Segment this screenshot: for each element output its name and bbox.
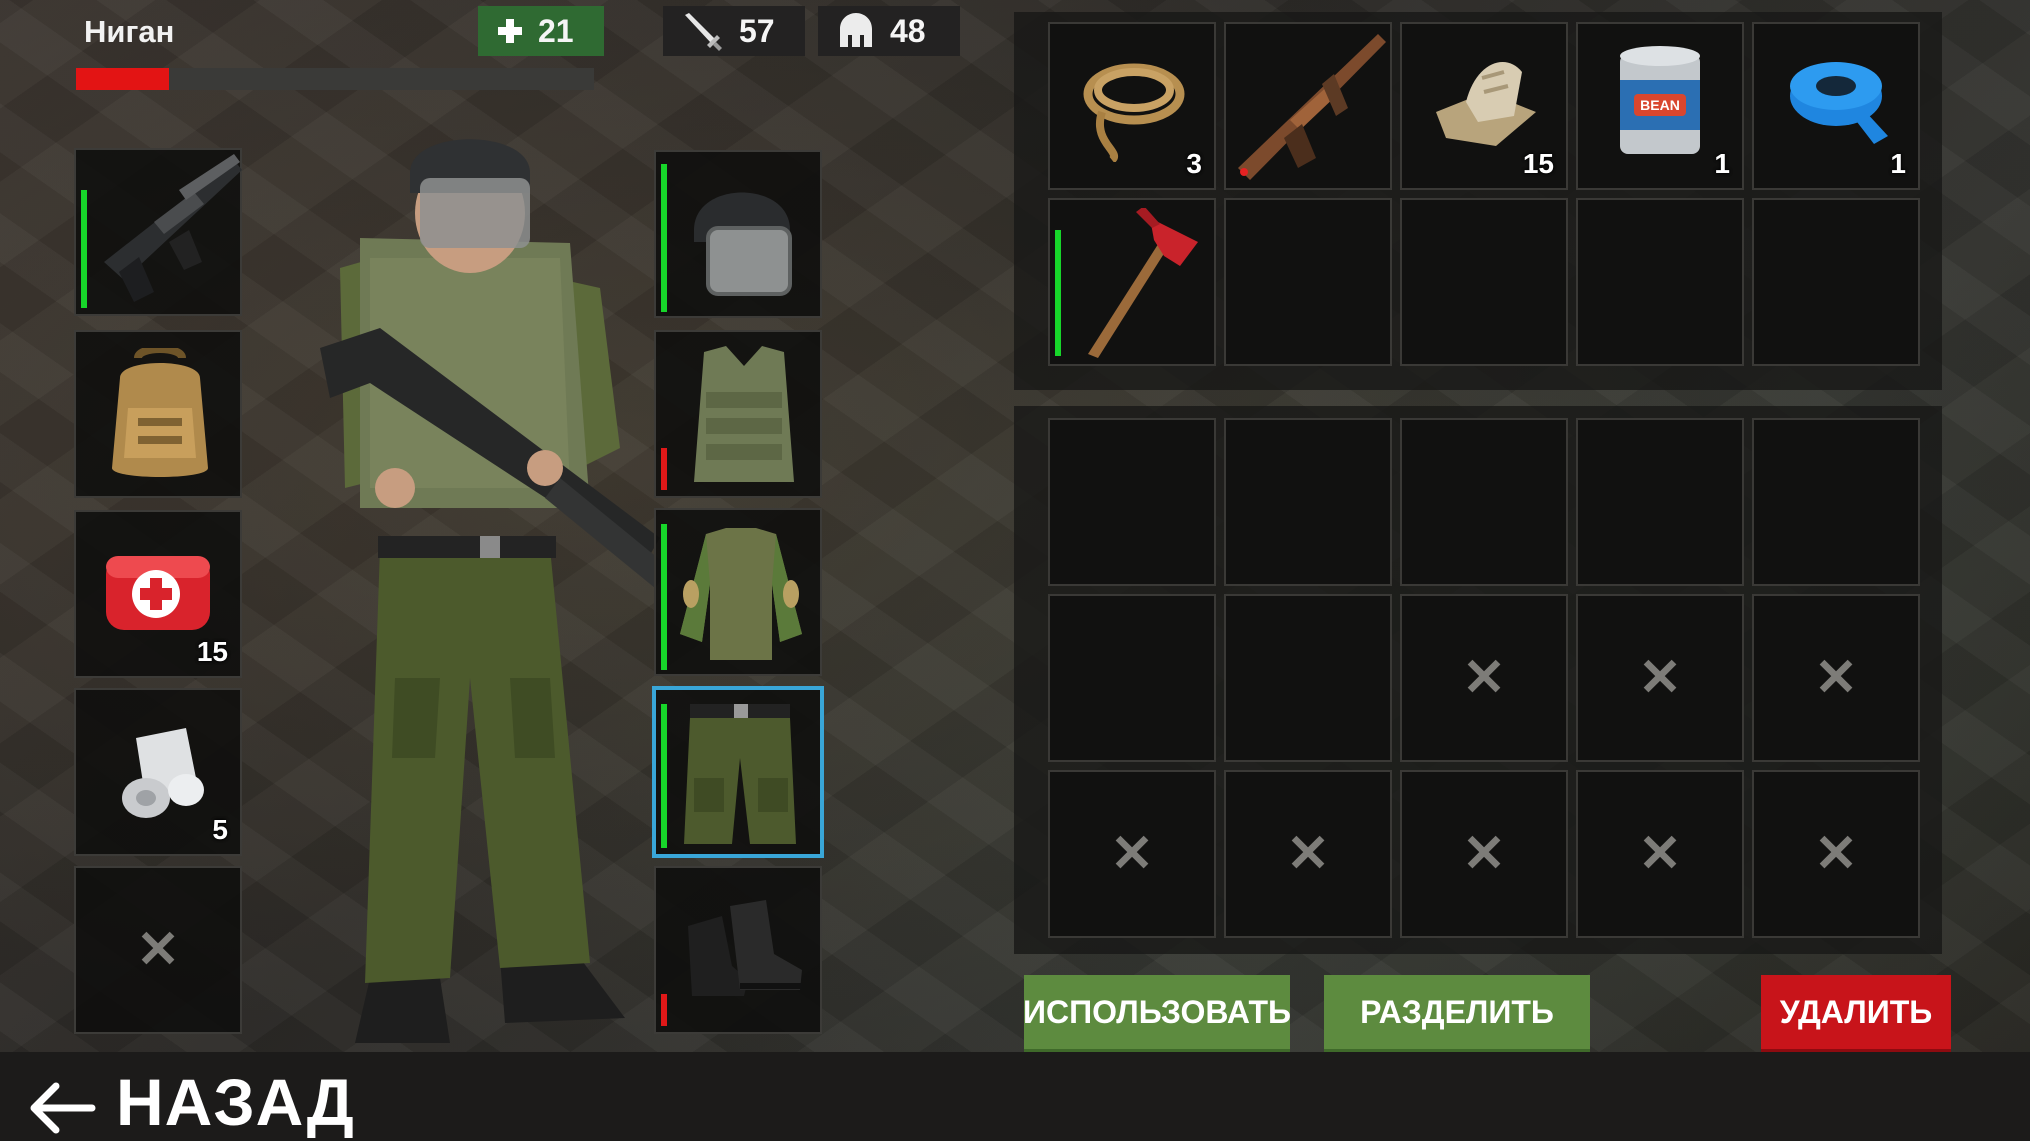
storage-slot-locked: ✕ xyxy=(1576,594,1744,762)
health-bar xyxy=(76,68,594,90)
bandage-icon xyxy=(106,718,216,828)
beans-can-icon: BEAN xyxy=(1612,40,1708,166)
storage-slot-locked: ✕ xyxy=(1752,594,1920,762)
storage-slot[interactable] xyxy=(1224,418,1392,586)
item-quantity: 1 xyxy=(1714,148,1730,179)
durability-bar xyxy=(661,704,667,848)
duct-tape-icon xyxy=(1784,50,1894,150)
assault-rifle-icon xyxy=(94,152,244,312)
inventory-slot[interactable] xyxy=(1576,198,1744,366)
item-quantity: 3 xyxy=(1186,148,1202,179)
storage-slot[interactable] xyxy=(1048,594,1216,762)
character-name: Ниган xyxy=(84,14,175,49)
equip-slot-weapon[interactable] xyxy=(74,148,242,316)
cross-icon: ✕ xyxy=(1286,825,1330,883)
equip-slot-shirt[interactable] xyxy=(654,508,822,676)
item-quantity: 5 xyxy=(212,814,228,845)
cloth-icon xyxy=(1426,42,1546,152)
character-model xyxy=(300,118,680,1058)
svg-text:BEAN: BEAN xyxy=(1640,97,1680,113)
armor-value: 48 xyxy=(890,12,926,49)
storage-slot-locked: ✕ xyxy=(1224,770,1392,938)
fire-axe-icon xyxy=(1072,208,1202,358)
equip-slot-pants[interactable] xyxy=(652,686,824,858)
storage-slot[interactable] xyxy=(1752,418,1920,586)
plus-icon xyxy=(496,17,524,45)
equip-slot-medkit[interactable]: 15 xyxy=(74,510,242,678)
armor-stat: 48 xyxy=(818,6,960,56)
durability-bar xyxy=(661,524,667,670)
equip-slot-backpack[interactable] xyxy=(74,330,242,498)
cross-icon: ✕ xyxy=(1462,825,1506,883)
equip-slot-helmet[interactable] xyxy=(654,150,822,318)
storage-slot[interactable] xyxy=(1576,418,1744,586)
use-button[interactable]: ИСПОЛЬЗОВАТЬ xyxy=(1023,975,1291,1053)
body-armor-icon xyxy=(684,342,804,492)
inventory-slot[interactable] xyxy=(1048,198,1216,366)
inventory-slot[interactable]: 3 xyxy=(1048,22,1216,190)
helmet-icon xyxy=(836,11,876,51)
cross-icon: ✕ xyxy=(1638,825,1682,883)
equip-slot-locked: ✕ xyxy=(74,866,242,1034)
cross-icon: ✕ xyxy=(1462,649,1506,707)
helmet-icon xyxy=(680,170,804,300)
first-aid-kit-icon xyxy=(98,542,218,642)
item-quantity: 15 xyxy=(196,636,228,667)
attack-value: 57 xyxy=(739,12,775,49)
backpack-icon xyxy=(98,348,222,484)
inventory-slot[interactable] xyxy=(1752,198,1920,366)
cross-icon: ✕ xyxy=(1814,825,1858,883)
delete-button[interactable]: УДАЛИТЬ xyxy=(1761,975,1951,1053)
sword-icon xyxy=(681,11,725,51)
storage-slot[interactable] xyxy=(1048,418,1216,586)
item-quantity: 1 xyxy=(1890,148,1906,179)
cargo-pants-icon xyxy=(680,698,800,848)
storage-slot[interactable] xyxy=(1224,594,1392,762)
storage-slot-locked: ✕ xyxy=(1752,770,1920,938)
health-bar-fill xyxy=(76,68,170,90)
durability-bar xyxy=(661,164,667,312)
durability-bar xyxy=(661,994,667,1026)
equip-slot-armor[interactable] xyxy=(654,330,822,498)
split-button[interactable]: РАЗДЕЛИТЬ xyxy=(1324,975,1590,1053)
inventory-slot[interactable] xyxy=(1224,198,1392,366)
cross-icon: ✕ xyxy=(136,921,180,979)
durability-bar xyxy=(81,190,87,308)
health-value: 21 xyxy=(538,12,574,49)
boots-icon xyxy=(678,896,810,1006)
storage-slot-locked: ✕ xyxy=(1400,594,1568,762)
inventory-slot[interactable] xyxy=(1224,22,1392,190)
health-stat: 21 xyxy=(478,6,604,56)
cross-icon: ✕ xyxy=(1110,825,1154,883)
equip-slot-bandage[interactable]: 5 xyxy=(74,688,242,856)
back-button[interactable]: НАЗАД xyxy=(116,1064,355,1140)
inventory-slot[interactable]: 15 xyxy=(1400,22,1568,190)
camo-shirt-icon xyxy=(676,524,806,664)
rope-icon xyxy=(1072,42,1196,162)
storage-slot-locked: ✕ xyxy=(1400,770,1568,938)
storage-slot-locked: ✕ xyxy=(1576,770,1744,938)
item-quantity: 15 xyxy=(1522,148,1554,179)
inventory-slot[interactable]: 1 xyxy=(1752,22,1920,190)
durability-bar xyxy=(1055,230,1061,356)
equip-slot-boots[interactable] xyxy=(654,866,822,1034)
attack-stat: 57 xyxy=(663,6,805,56)
arrow-left-icon[interactable] xyxy=(26,1078,96,1138)
storage-slot-locked: ✕ xyxy=(1048,770,1216,938)
durability-bar xyxy=(661,448,667,490)
inventory-slot[interactable] xyxy=(1400,198,1568,366)
cross-icon: ✕ xyxy=(1814,649,1858,707)
storage-slot[interactable] xyxy=(1400,418,1568,586)
cross-icon: ✕ xyxy=(1638,649,1682,707)
rifle-icon xyxy=(1230,28,1390,188)
inventory-slot[interactable]: BEAN 1 xyxy=(1576,22,1744,190)
